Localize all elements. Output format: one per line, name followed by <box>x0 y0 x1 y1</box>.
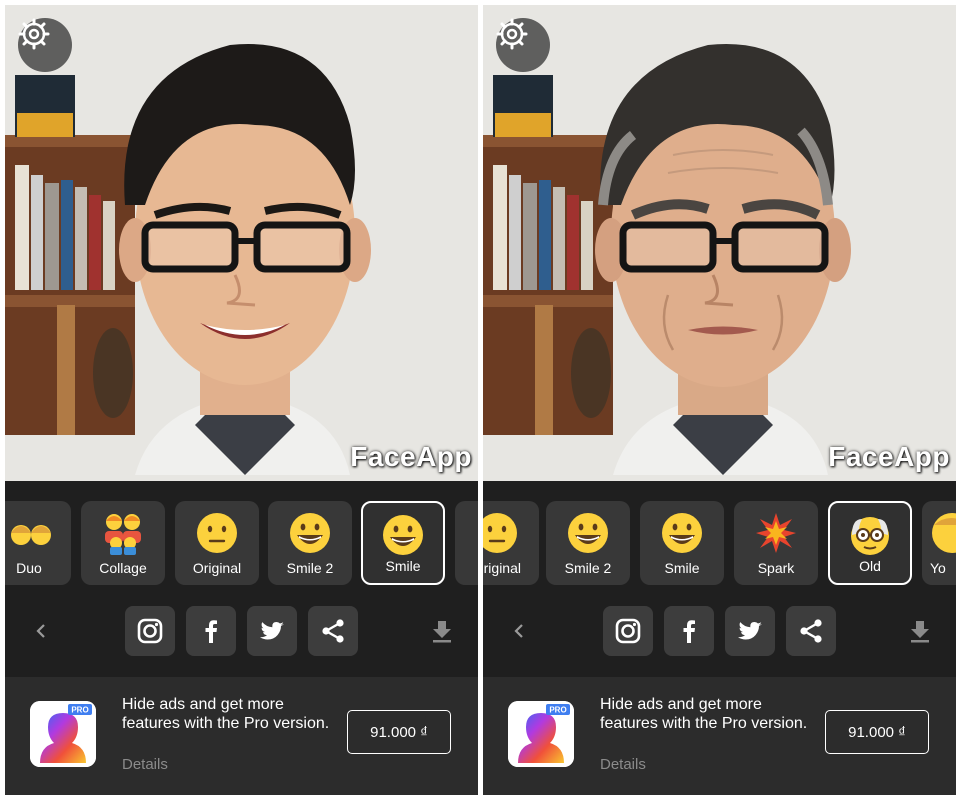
filter-tile-duo[interactable]: Duo <box>5 501 71 585</box>
gear-icon <box>496 18 528 50</box>
buy-pro-button[interactable]: 91.000 ₫ <box>825 710 929 754</box>
share-icon <box>800 619 822 643</box>
buy-pro-button[interactable]: 91.000 ₫ <box>347 710 451 754</box>
twitter-icon <box>260 622 284 640</box>
facebook-icon <box>683 620 695 643</box>
ad-details-link[interactable]: Details <box>122 756 168 773</box>
filter-tile-original[interactable]: riginal <box>483 501 539 585</box>
download-icon <box>911 621 929 643</box>
ad-message: Hide ads and get more features with the … <box>122 696 330 732</box>
filter-label: Smile 2 <box>286 560 334 576</box>
download-icon <box>433 621 451 643</box>
facebook-icon <box>205 620 217 643</box>
filter-tile-original[interactable]: Original <box>175 501 259 585</box>
filter-label: Collage <box>99 560 147 576</box>
ad-details-link[interactable]: Details <box>600 756 646 773</box>
settings-button[interactable] <box>496 18 550 72</box>
share-button[interactable] <box>786 606 836 656</box>
pro-ad-banner: PRO Hide ads and get more features with … <box>5 677 478 795</box>
filter-label: Smile <box>385 558 421 574</box>
filter-label: Yo <box>930 560 946 576</box>
filter-tile-smile[interactable]: Smile <box>640 501 724 585</box>
young-face-icon <box>922 511 956 555</box>
chevron-left-icon <box>514 624 523 638</box>
filter-label: Spark <box>757 560 795 576</box>
back-button[interactable] <box>503 615 535 647</box>
photo-preview: FaceApp <box>483 5 956 481</box>
share-toolbar <box>5 595 478 677</box>
faceapp-watermark: FaceApp <box>828 441 950 472</box>
faceapp-pro-logo: PRO <box>508 701 574 767</box>
filter-tile-partial[interactable] <box>455 501 478 585</box>
share-icon <box>322 619 344 643</box>
download-button[interactable] <box>426 615 458 647</box>
filter-label: Smile 2 <box>564 560 612 576</box>
share-button[interactable] <box>308 606 358 656</box>
grin-face-icon <box>566 511 610 555</box>
grin-face-icon <box>381 513 425 557</box>
settings-button[interactable] <box>18 18 72 72</box>
twitter-share-button[interactable] <box>247 606 297 656</box>
faceapp-watermark: FaceApp <box>350 441 472 472</box>
pro-ad-banner: PRO Hide ads and get more features with … <box>483 677 956 795</box>
pro-badge: PRO <box>549 706 566 715</box>
grin-face-icon <box>660 511 704 555</box>
twitter-share-button[interactable] <box>725 606 775 656</box>
instagram-share-button[interactable] <box>125 606 175 656</box>
filter-tile-smile-2[interactable]: Smile 2 <box>546 501 630 585</box>
filter-tile-spark[interactable]: Spark <box>734 501 818 585</box>
family-collage-icon <box>101 511 145 555</box>
instagram-share-button[interactable] <box>603 606 653 656</box>
ad-message: Hide ads and get more features with the … <box>600 696 808 732</box>
filter-tile-smile-2[interactable]: Smile 2 <box>268 501 352 585</box>
filter-tile-young[interactable]: Yo <box>922 501 956 585</box>
grin-face-icon <box>288 511 332 555</box>
filter-label: Original <box>192 560 242 576</box>
filter-tile-collage[interactable]: Collage <box>81 501 165 585</box>
filter-label: Old <box>859 558 881 574</box>
back-button[interactable] <box>25 615 57 647</box>
faceapp-screen-before: FaceApp Duo Collage Original Smile 2 Smi… <box>5 5 478 795</box>
facebook-share-button[interactable] <box>664 606 714 656</box>
download-button[interactable] <box>904 615 936 647</box>
filter-strip: Duo Collage Original Smile 2 Smile <box>5 481 478 595</box>
instagram-icon <box>137 618 163 644</box>
faceapp-screen-after: FaceApp riginal Smile 2 Smile Spark Old … <box>483 5 956 795</box>
share-toolbar <box>483 595 956 677</box>
duo-emoji-icon <box>5 511 59 555</box>
photo-preview: FaceApp <box>5 5 478 481</box>
gear-icon <box>18 18 50 50</box>
filter-tile-smile[interactable]: Smile <box>361 501 445 585</box>
pro-badge: PRO <box>71 706 88 715</box>
twitter-icon <box>738 622 762 640</box>
facebook-share-button[interactable] <box>186 606 236 656</box>
filter-label: Duo <box>16 560 42 576</box>
filter-label: Smile <box>664 560 700 576</box>
spark-burst-icon <box>754 511 798 555</box>
neutral-face-icon <box>483 511 519 555</box>
faceapp-pro-logo: PRO <box>30 701 96 767</box>
old-man-icon <box>848 513 892 557</box>
instagram-icon <box>615 618 641 644</box>
filter-tile-old[interactable]: Old <box>828 501 912 585</box>
chevron-left-icon <box>36 624 45 638</box>
filter-strip: riginal Smile 2 Smile Spark Old Yo <box>483 481 956 595</box>
filter-label: riginal <box>483 560 521 576</box>
neutral-face-icon <box>195 511 239 555</box>
